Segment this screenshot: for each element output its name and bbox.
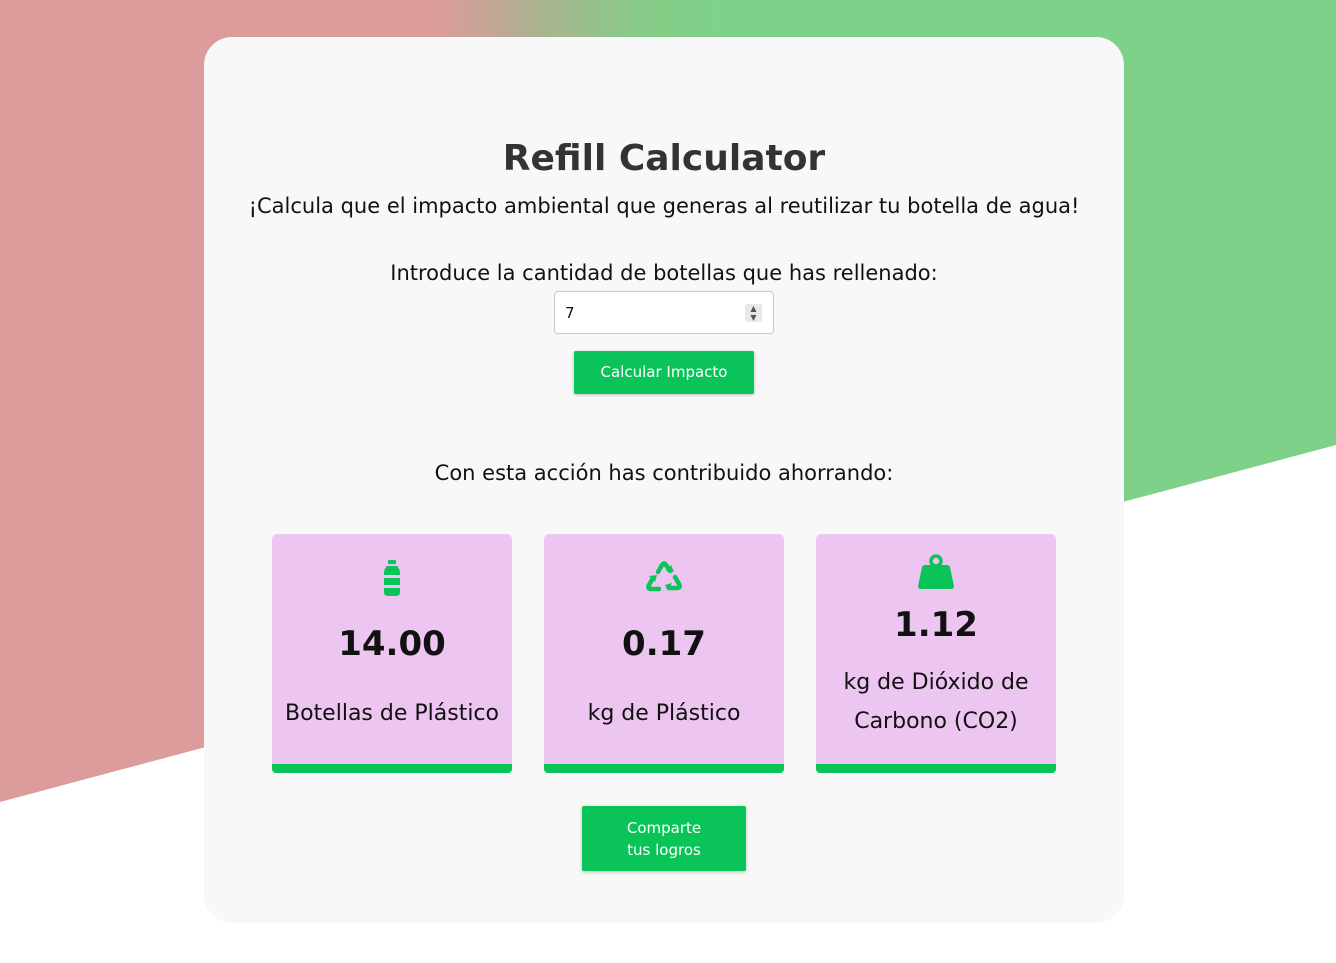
results-heading: Con esta acción has contribuido ahorrand… <box>434 461 894 485</box>
page-title: Refill Calculator <box>502 138 826 179</box>
spinner-down-icon[interactable]: ▼ <box>745 313 762 322</box>
calculate-impact-button[interactable]: Calcular Impacto <box>574 351 754 394</box>
share-achievements-button[interactable]: Comparte tus logros <box>582 806 746 871</box>
spinner-up-icon[interactable]: ▲ <box>745 304 762 313</box>
stat-card-co2: 1.12 kg de Dióxido de Carbono (CO2) <box>816 534 1056 773</box>
stat-card-bottles: 14.00 Botellas de Plástico <box>272 534 512 773</box>
bottles-saved-label: Botellas de Plástico <box>285 701 499 726</box>
share-button-line1: Comparte <box>626 818 702 837</box>
page-subtitle: ¡Calcula que el impacto ambiental que ge… <box>248 194 1080 218</box>
co2-saved-value: 1.12 <box>894 605 978 645</box>
recycle-icon <box>544 560 784 596</box>
co2-saved-label: kg de Dióxido de Carbono (CO2) <box>843 670 1029 734</box>
plastic-saved-value: 0.17 <box>622 624 706 664</box>
share-button-line2: tus logros <box>627 840 701 859</box>
quantity-spinner[interactable]: ▲ ▼ <box>745 304 762 322</box>
bottle-quantity-input[interactable] <box>554 291 774 334</box>
stat-card-plastic: 0.17 kg de Plástico <box>544 534 784 773</box>
quantity-label: Introduce la cantidad de botellas que ha… <box>390 261 938 285</box>
plastic-saved-label: kg de Plástico <box>587 701 741 726</box>
bottle-icon <box>272 560 512 596</box>
bottles-saved-value: 14.00 <box>338 624 446 664</box>
calculator-card: Refill Calculator ¡Calcula que el impact… <box>204 37 1124 923</box>
weight-icon <box>816 554 1056 590</box>
